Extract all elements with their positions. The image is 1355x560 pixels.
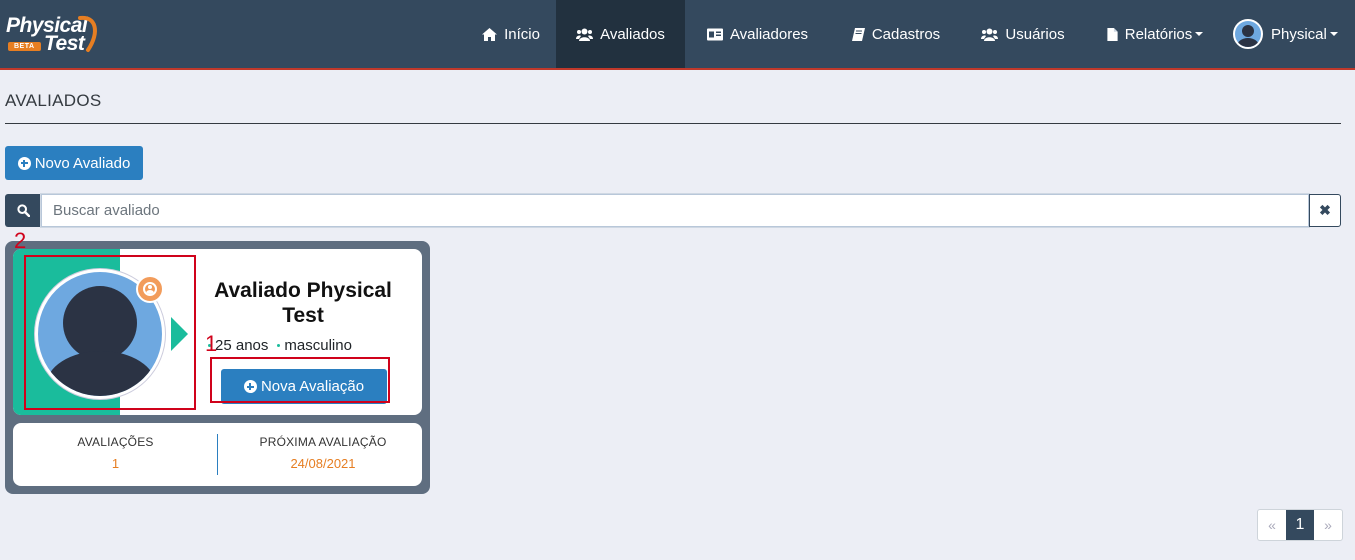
pagination-next[interactable]: » (1314, 510, 1342, 540)
title-divider (5, 123, 1341, 124)
home-icon (482, 27, 498, 41)
navbar: Physical Test BETA Início Avaliados Aval… (0, 0, 1355, 70)
nav-item-relatorios[interactable]: Relatórios (1092, 0, 1218, 68)
search-button[interactable] (5, 194, 41, 227)
annotation-number-2: 2 (14, 228, 27, 253)
id-card-icon (706, 28, 723, 40)
book-icon (851, 27, 865, 41)
close-icon: ✖ (1319, 202, 1331, 218)
card-stats: AVALIAÇÕES 1 PRÓXIMA AVALIAÇÃO 24/08/202… (13, 423, 422, 486)
clear-search-button[interactable]: ✖ (1309, 194, 1341, 227)
avaliado-sex: masculino (284, 337, 352, 354)
file-icon (1107, 27, 1118, 41)
user-menu[interactable]: Physical (1233, 0, 1349, 68)
logo-swoosh-icon (78, 15, 97, 52)
stat-label: PRÓXIMA AVALIAÇÃO (259, 435, 387, 449)
avaliado-age: 25 anos (215, 337, 269, 354)
search-input[interactable] (41, 194, 1309, 227)
avaliado-name: Avaliado Physical Test (214, 279, 392, 327)
nav-item-label: Cadastros (871, 25, 941, 43)
new-avaliado-label: Novo Avaliado (34, 154, 131, 172)
new-avaliado-button[interactable]: Novo Avaliado (5, 146, 143, 180)
stat-value: 24/08/2021 (290, 456, 356, 471)
nav-item-inicio[interactable]: Início (466, 0, 556, 68)
stat-next-evaluation: PRÓXIMA AVALIAÇÃO 24/08/2021 (243, 435, 403, 471)
user-name: Physical (1271, 25, 1327, 43)
plus-circle-icon (17, 156, 31, 170)
beta-badge: BETA (8, 42, 41, 51)
pagination: « 1 » (1257, 509, 1343, 541)
search-icon (16, 204, 30, 217)
pagination-prev[interactable]: « (1258, 510, 1286, 540)
stat-value: 1 (111, 456, 120, 471)
stat-label: AVALIAÇÕES (77, 435, 154, 449)
users-icon (576, 28, 594, 41)
stat-evaluations: AVALIAÇÕES 1 (53, 435, 178, 471)
annotation-number-1: 1 (205, 331, 218, 356)
nav-item-avaliados[interactable]: Avaliados (556, 0, 685, 68)
users-icon (981, 28, 999, 41)
bullet-icon (277, 344, 281, 347)
annotation-box-2 (24, 255, 196, 410)
dropdown-caret-icon (1329, 32, 1338, 36)
annotation-box-1 (210, 357, 390, 403)
dropdown-caret-icon (1195, 32, 1204, 36)
nav-item-usuarios[interactable]: Usuários (970, 0, 1076, 68)
page-title: AVALIADOS (5, 91, 102, 110)
nav-item-label: Usuários (1005, 25, 1065, 43)
avaliado-meta: 25 anos masculino (208, 337, 352, 354)
brand-logo[interactable]: Physical Test BETA (6, 12, 101, 58)
nav-item-avaliadores[interactable]: Avaliadores (693, 0, 822, 68)
nav-item-label: Relatórios (1124, 25, 1193, 43)
nav-item-label: Início (504, 25, 540, 43)
nav-item-label: Avaliadores (729, 25, 809, 43)
nav-item-cadastros[interactable]: Cadastros (838, 0, 954, 68)
stat-divider (217, 434, 218, 475)
avatar (1233, 19, 1263, 49)
pagination-page[interactable]: 1 (1286, 510, 1314, 540)
nav-item-label: Avaliados (600, 25, 665, 43)
